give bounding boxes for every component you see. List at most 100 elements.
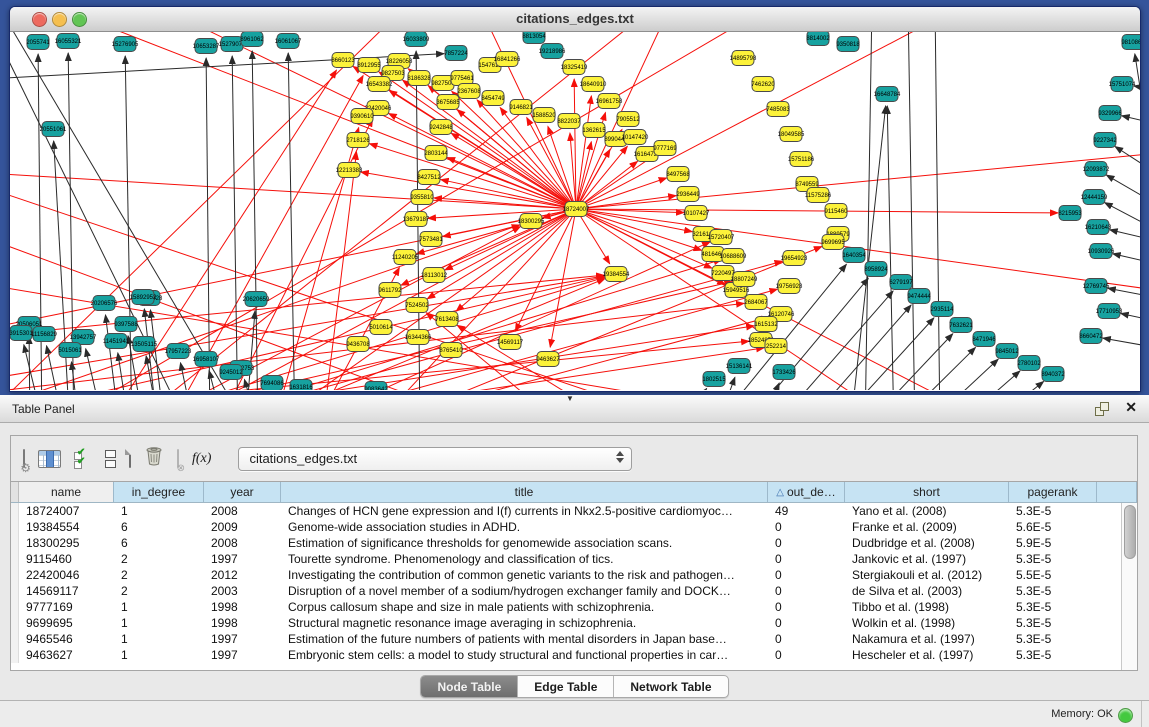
graph-node[interactable]: 7462620 <box>751 77 775 92</box>
graph-node[interactable]: 10107427 <box>683 206 710 221</box>
graph-edge[interactable] <box>206 58 210 390</box>
network-view-window[interactable]: citations_edges.txt 20557411605532115276… <box>9 6 1141 392</box>
graph-node[interactable]: 10930926 <box>1088 244 1115 259</box>
table-row[interactable]: 911546021997Tourette syndrome. Phenomeno… <box>11 551 1137 567</box>
graph-node[interactable]: 16648784 <box>874 87 901 102</box>
graph-node[interactable]: 7524502 <box>405 298 429 313</box>
graph-node[interactable]: 10688609 <box>720 249 747 264</box>
graph-edge[interactable] <box>980 381 1044 390</box>
graph-edge[interactable] <box>1110 230 1140 244</box>
graph-node[interactable]: 8912955 <box>357 58 381 73</box>
graph-node[interactable]: 15892952 <box>130 290 157 305</box>
graph-edge[interactable] <box>1115 147 1140 182</box>
graph-node[interactable]: 11575286 <box>805 188 832 203</box>
graph-node[interactable]: 8454749 <box>481 91 505 106</box>
graph-node[interactable]: 9355810 <box>410 190 434 205</box>
new-column-icon[interactable] <box>129 450 131 468</box>
graph-node[interactable]: 8660123 <box>331 53 355 68</box>
graph-node[interactable]: 9115460 <box>825 204 849 219</box>
graph-node[interactable]: 1631816 <box>289 380 313 391</box>
graph-node[interactable]: 9242848 <box>429 120 453 135</box>
graph-node[interactable]: 7485083 <box>766 102 790 117</box>
float-panel-icon[interactable] <box>1095 402 1109 416</box>
graph-node[interactable]: 9699695 <box>821 235 845 250</box>
column-header-name[interactable]: name <box>19 482 114 502</box>
table-row[interactable]: 1456911722003Disruption of a novel membe… <box>11 583 1137 599</box>
graph-node[interactable]: 10147420 <box>622 130 649 145</box>
graph-node[interactable]: 11240205 <box>392 250 419 265</box>
zoom-traffic-light-icon[interactable] <box>72 12 87 27</box>
graph-node[interactable]: 8940372 <box>1041 367 1065 382</box>
graph-node[interactable]: 18113012 <box>421 268 448 283</box>
graph-edge[interactable] <box>369 144 576 209</box>
graph-edge[interactable] <box>322 152 357 390</box>
graph-node[interactable]: 12769745 <box>1083 279 1110 294</box>
graph-node[interactable]: 16055321 <box>55 34 82 49</box>
graph-node[interactable]: 8958924 <box>864 262 888 277</box>
column-header-short[interactable]: short <box>845 482 1009 502</box>
graph-node[interactable]: 15276905 <box>112 37 139 52</box>
graph-edge[interactable] <box>1103 338 1140 350</box>
graph-node[interactable]: 8471946 <box>972 332 996 347</box>
graph-node[interactable]: 8215953 <box>1058 206 1082 221</box>
graph-node[interactable]: 1615132 <box>754 317 778 332</box>
graph-node[interactable]: 9227342 <box>1093 133 1117 148</box>
graph-node[interactable]: 1733426 <box>772 365 796 380</box>
graph-node[interactable]: 3675685 <box>436 95 460 110</box>
table-row[interactable]: 946554611997Estimation of the future num… <box>11 631 1137 647</box>
graph-node[interactable]: 9146821 <box>509 100 533 115</box>
graph-edge[interactable] <box>935 32 940 390</box>
column-header-out-de-[interactable]: △out_de… <box>768 482 845 502</box>
table-selector-combo[interactable]: citations_edges.txt <box>238 447 632 471</box>
network-canvas[interactable]: 2055741160553211527690510653287152790728… <box>10 32 1140 390</box>
graph-node[interactable]: 19384554 <box>603 267 630 282</box>
graph-node[interactable]: 12093872 <box>1083 162 1110 177</box>
graph-node[interactable]: 15136141 <box>726 359 753 374</box>
column-header-pagerank[interactable]: pagerank <box>1009 482 1097 502</box>
graph-node[interactable]: 8186328 <box>407 71 431 86</box>
graph-node[interactable]: 7905512 <box>616 112 640 127</box>
minimize-traffic-light-icon[interactable] <box>52 12 67 27</box>
graph-node[interactable]: 2055741 <box>26 35 50 50</box>
graph-node[interactable]: 19218986 <box>539 44 566 59</box>
graph-node[interactable]: 9810862 <box>1121 35 1140 50</box>
graph-edge[interactable] <box>576 155 655 209</box>
graph-node[interactable]: 16344366 <box>405 330 432 345</box>
graph-node[interactable]: 16210643 <box>1085 220 1112 235</box>
graph-edge[interactable] <box>1108 288 1140 300</box>
graph-node[interactable]: 1640354 <box>842 248 866 263</box>
graph-node[interactable]: 16958107 <box>193 352 220 367</box>
graph-edge[interactable] <box>245 311 255 390</box>
graph-edge[interactable] <box>673 388 707 390</box>
graph-node[interactable]: 9845012 <box>995 344 1019 359</box>
graph-node[interactable]: 13505115 <box>131 337 158 352</box>
graph-node[interactable]: 18807249 <box>731 272 758 287</box>
graph-node[interactable]: 2936449 <box>676 187 700 202</box>
tab-node-table[interactable]: Node Table <box>421 676 517 697</box>
graph-node[interactable]: 17710953 <box>1096 304 1123 319</box>
graph-node[interactable]: 1588520 <box>532 108 556 123</box>
graph-node[interactable]: 15720407 <box>708 230 735 245</box>
graph-node[interactable]: 2718126 <box>346 133 370 148</box>
column-header-title[interactable]: title <box>281 482 768 502</box>
panel-collapse-handle-icon[interactable]: ▼ <box>566 395 574 403</box>
graph-node[interactable]: 12213383 <box>336 163 363 178</box>
graph-node[interactable]: 9329966 <box>1098 106 1122 121</box>
graph-node[interactable]: 8814002 <box>806 32 830 46</box>
graph-node[interactable]: 7613408 <box>435 312 459 327</box>
graph-node[interactable]: 8822037 <box>557 114 581 129</box>
table-row[interactable]: 2242004622012Investigating the contribut… <box>11 567 1137 583</box>
graph-node[interactable]: 10653287 <box>193 39 220 54</box>
graph-node[interactable]: 7632621 <box>949 318 973 333</box>
graph-edge[interactable] <box>908 32 915 390</box>
graph-node[interactable]: 20551061 <box>40 122 67 137</box>
graph-node[interactable]: 1362615 <box>582 123 606 138</box>
graph-node[interactable]: 7857224 <box>444 46 468 61</box>
column-header-in-degree[interactable]: in_degree <box>114 482 204 502</box>
graph-node[interactable]: 8961062 <box>240 32 264 47</box>
graph-node[interactable]: 19654923 <box>781 251 808 266</box>
graph-node[interactable]: 9611792 <box>379 283 403 298</box>
graph-node[interactable]: 8813054 <box>522 32 546 44</box>
graph-node[interactable]: 3915301 <box>10 326 33 341</box>
tab-network-table[interactable]: Network Table <box>613 676 727 697</box>
